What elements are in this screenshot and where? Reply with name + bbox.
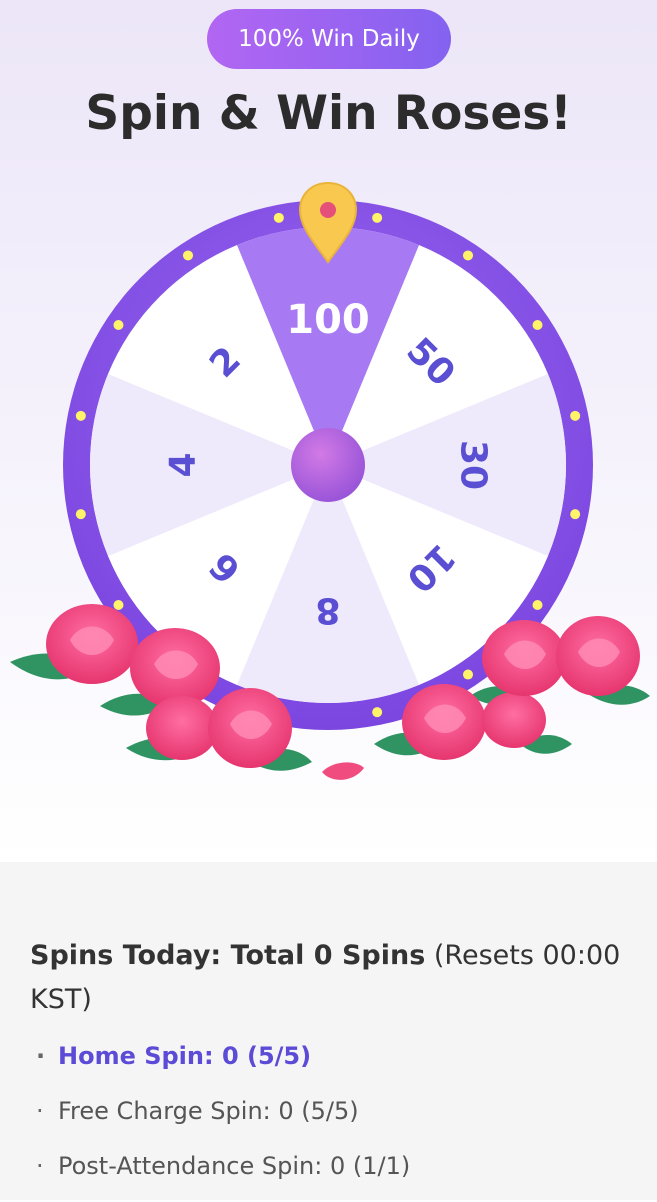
rim-light [463, 250, 474, 261]
rim-light [532, 600, 543, 611]
bullet: · [36, 1042, 46, 1070]
page-title: Spin & Win Roses! [85, 86, 572, 141]
home-spin-label: Home Spin: 0 (5/5) [58, 1042, 312, 1070]
rim-light [75, 410, 86, 421]
rim-light [113, 600, 124, 611]
rim-light [273, 212, 284, 223]
spin-wheel-graphic[interactable]: 1005030108642 [0, 170, 657, 810]
rim-light [532, 319, 543, 330]
wheel-segment-label: 4 [163, 452, 204, 477]
rim-light [75, 509, 86, 520]
spins-summary: Spins Today: Total 0 Spins (Resets 00:00… [30, 934, 630, 1022]
spin-sources-list: · Home Spin: 0 (5/5) · Free Charge Spin: 0… [36, 1037, 410, 1202]
rim-light [463, 669, 474, 680]
bullet: · [36, 1097, 44, 1125]
list-item-free-charge-spin: · Free Charge Spin: 0 (5/5) [36, 1092, 410, 1147]
bullet: · [36, 1152, 44, 1180]
post-attendance-spin-label: Post-Attendance Spin: 0 (1/1) [58, 1152, 411, 1180]
wheel-segment-label: 8 [315, 590, 340, 631]
spins-info-panel: Spins Today: Total 0 Spins (Resets 00:00… [0, 862, 657, 1200]
petal-icon [322, 762, 364, 780]
rim-light [372, 212, 383, 223]
spins-total-label: Spins Today: Total 0 Spins [30, 940, 426, 971]
rim-light [570, 410, 581, 421]
rim-light [182, 250, 193, 261]
free-charge-spin-label: Free Charge Spin: 0 (5/5) [58, 1097, 359, 1125]
wheel-hub[interactable] [291, 428, 365, 502]
rim-light [372, 707, 383, 718]
wheel-segment-label: 100 [286, 297, 370, 343]
rim-light [113, 319, 124, 330]
list-item-home-spin: · Home Spin: 0 (5/5) [36, 1037, 410, 1092]
wheel-segment-label: 30 [453, 440, 494, 490]
daily-win-badge: 100% Win Daily [207, 9, 451, 69]
rim-light [570, 509, 581, 520]
list-item-post-attendance-spin: · Post-Attendance Spin: 0 (1/1) [36, 1147, 410, 1202]
